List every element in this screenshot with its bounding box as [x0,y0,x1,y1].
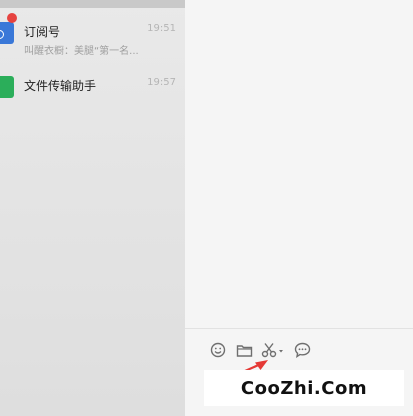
conversation-name: 文件传输助手 [24,79,97,93]
check-icon [0,30,4,39]
conversation-item-subscriptions[interactable]: 订阅号 叫醒衣橱：美腿“第一名... 19:51 [0,10,185,64]
subscription-avatar [0,22,14,44]
conversation-preview: 叫醒衣橱：美腿“第一名... [24,46,139,57]
sidebar-top-strip [0,0,185,8]
conversation-time: 19:57 [147,77,176,88]
conversation-time: 19:51 [147,23,176,34]
unread-badge [7,13,17,23]
conversation-sidebar: 订阅号 叫醒衣橱：美腿“第一名... 19:51 文件传输助手 19:57 [0,0,185,416]
conversation-item-file-transfer[interactable]: 文件传输助手 19:57 [0,64,185,118]
file-transfer-avatar [0,76,14,98]
chat-bubble-icon[interactable] [292,340,312,360]
watermark-text: CooZhi.Com [204,370,404,406]
input-divider [185,328,413,329]
conversation-name: 订阅号 [24,25,61,39]
